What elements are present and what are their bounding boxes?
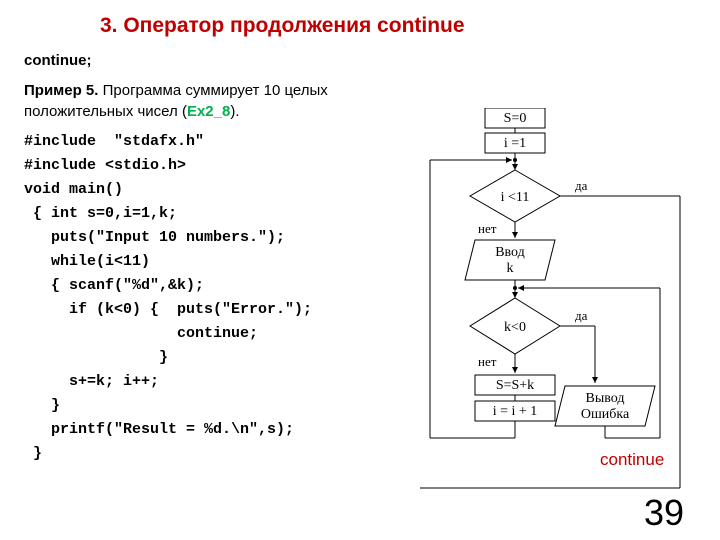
flow-input-2: k	[507, 261, 514, 276]
flow-cond2: k<0	[504, 320, 526, 335]
code-line: printf("Result = %d.\n",s);	[24, 421, 294, 438]
code-line: #include <stdio.h>	[24, 157, 186, 174]
example-close: ).	[230, 103, 239, 120]
example-description: Пример 5. Программа суммирует 10 целых п…	[24, 80, 394, 122]
code-line: if (k<0) { puts("Error.");	[24, 301, 312, 318]
example-id: Ex2_8	[187, 103, 230, 120]
syntax-statement: continue;	[24, 52, 92, 69]
continue-annotation: continue	[600, 450, 664, 470]
flow-err-1: Вывод	[586, 391, 625, 406]
flow-inc: i = i + 1	[493, 404, 538, 419]
code-line: s+=k; i++;	[24, 373, 159, 390]
flow-cond1: i <11	[501, 190, 530, 205]
code-line: }	[24, 397, 60, 414]
code-line: while(i<11)	[24, 253, 150, 270]
code-line: { int s=0,i=1,k;	[24, 205, 177, 222]
page-title: 3. Оператор продолжения continue	[100, 14, 465, 38]
flow-sum: S=S+k	[496, 378, 534, 393]
code-block: #include "stdafx.h" #include <stdio.h> v…	[24, 130, 312, 466]
code-line: }	[24, 349, 168, 366]
flow-yes1: да	[575, 178, 588, 193]
flow-err-2: Ошибка	[581, 407, 630, 422]
page-number: 39	[644, 492, 684, 534]
flow-i1: i =1	[504, 136, 526, 151]
example-number: Пример 5.	[24, 82, 98, 99]
flowchart: S=0 i =1 i <11 да нет Ввод k k<0 да Выво…	[400, 108, 700, 508]
code-line: void main()	[24, 181, 123, 198]
flow-s0: S=0	[504, 111, 527, 126]
flow-yes2: да	[575, 308, 588, 323]
flow-no2: нет	[478, 354, 497, 369]
code-line: puts("Input 10 numbers.");	[24, 229, 285, 246]
flow-input-1: Ввод	[495, 245, 525, 260]
code-line: #include "stdafx.h"	[24, 133, 204, 150]
code-line: }	[24, 445, 42, 462]
code-line: continue;	[24, 325, 258, 342]
code-line: { scanf("%d",&k);	[24, 277, 204, 294]
flow-no1: нет	[478, 221, 497, 236]
